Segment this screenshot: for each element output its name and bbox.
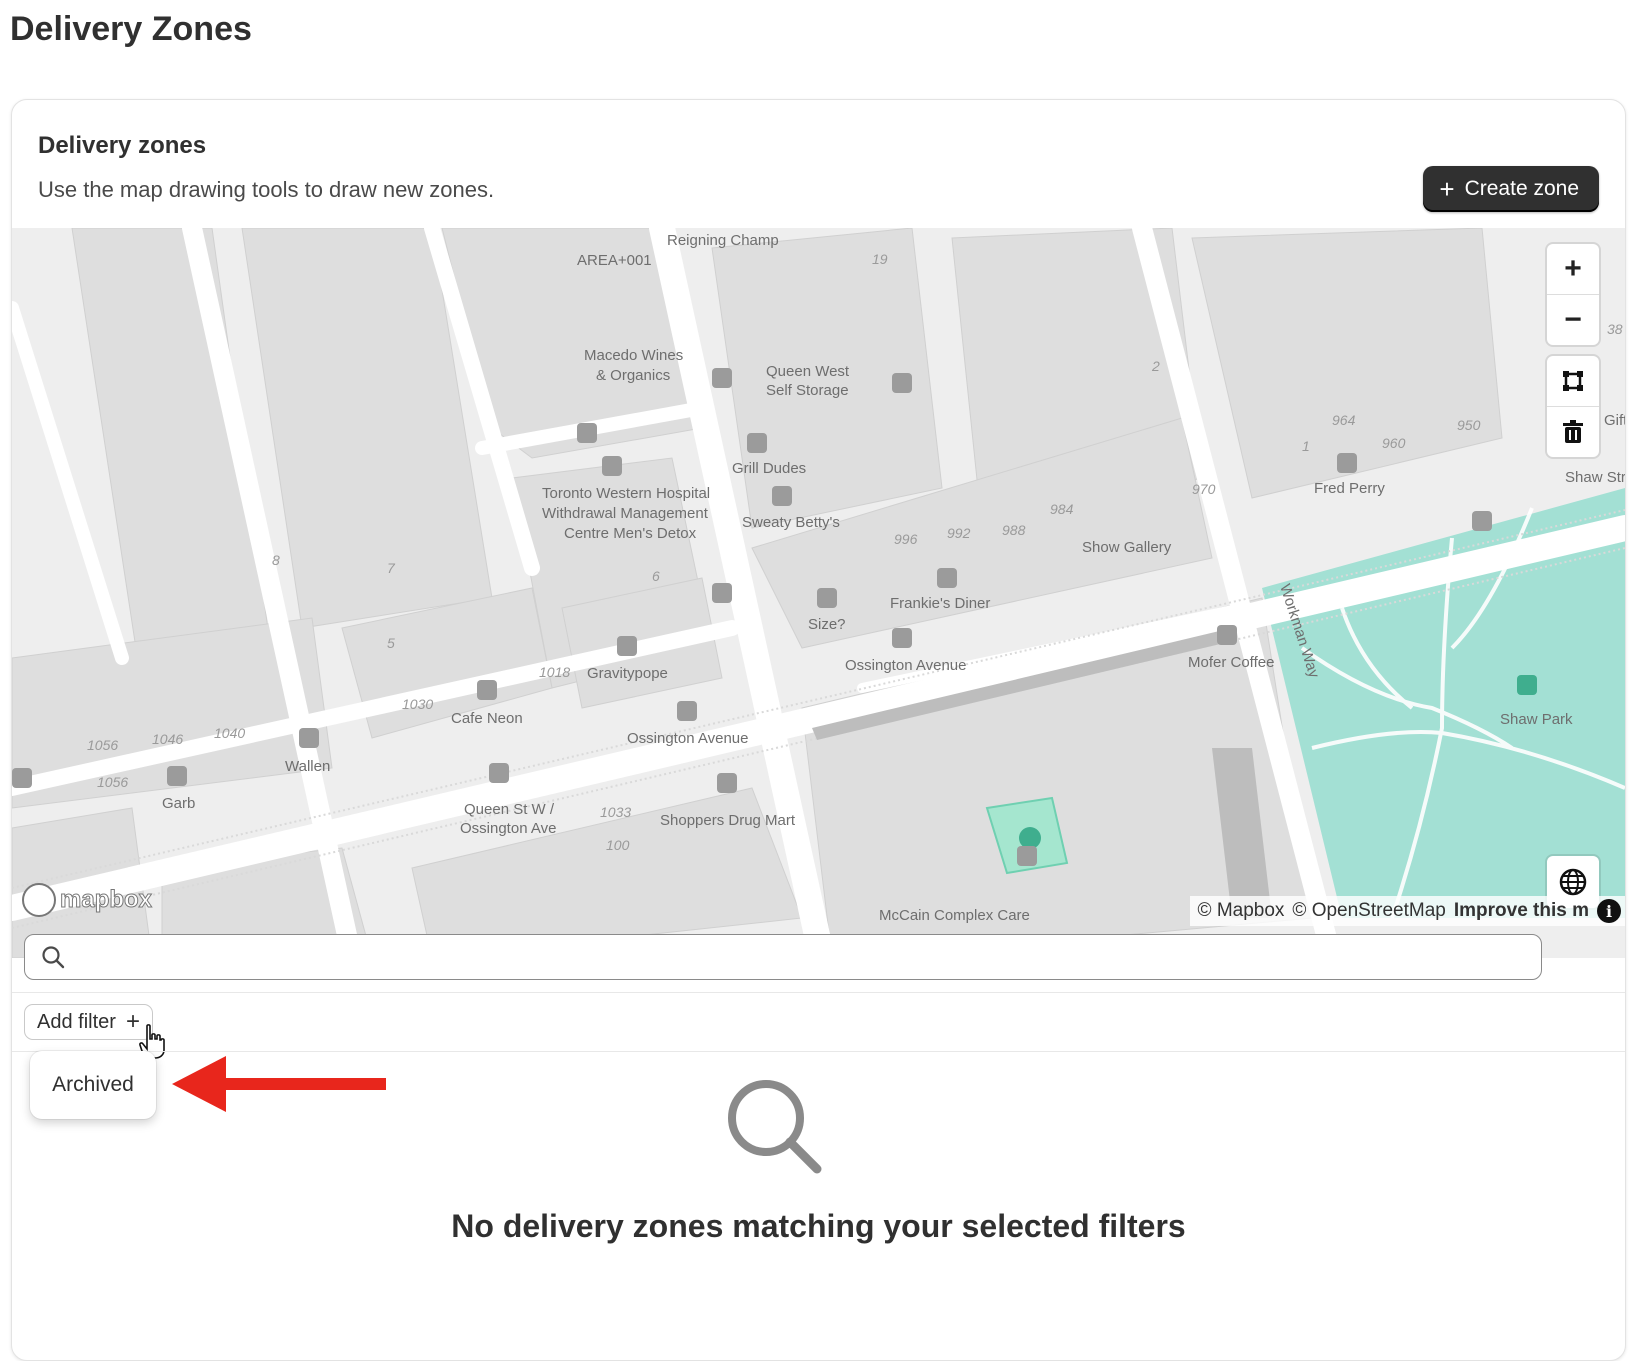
svg-text:Withdrawal Management: Withdrawal Management: [542, 505, 709, 522]
map-attribution: © Mapbox © OpenStreetMap Improve this m …: [1189, 896, 1625, 926]
svg-text:988: 988: [1002, 522, 1026, 538]
divider: [12, 1051, 1625, 1052]
mapbox-attribution-link[interactable]: © Mapbox: [1198, 900, 1285, 922]
svg-text:Shaw Stre: Shaw Stre: [1565, 469, 1625, 486]
svg-text:996: 996: [894, 531, 918, 547]
svg-text:Macedo Wines: Macedo Wines: [584, 347, 683, 364]
map-canvas[interactable]: Reigning Champ AREA+001 Macedo Wines & O…: [12, 228, 1625, 958]
svg-text:8: 8: [272, 552, 280, 568]
svg-text:Mofer Coffee: Mofer Coffee: [1188, 654, 1274, 671]
svg-text:1018: 1018: [539, 664, 570, 680]
polygon-icon: [1563, 371, 1583, 391]
svg-text:992: 992: [947, 525, 971, 541]
svg-text:Ossington Avenue: Ossington Avenue: [845, 657, 966, 674]
svg-text:Size?: Size?: [808, 616, 846, 633]
mapbox-logo-text: mapbox: [59, 886, 153, 914]
delete-button[interactable]: [1547, 407, 1599, 457]
svg-text:AREA+001: AREA+001: [577, 252, 652, 269]
svg-text:1040: 1040: [214, 725, 245, 741]
create-zone-button[interactable]: + Create zone: [1423, 166, 1599, 212]
card-title: Delivery zones: [38, 132, 207, 159]
svg-text:Queen West: Queen West: [766, 363, 850, 380]
svg-text:Frankie's Diner: Frankie's Diner: [890, 595, 990, 612]
svg-text:970: 970: [1192, 481, 1216, 497]
zoom-out-button[interactable]: −: [1547, 295, 1599, 345]
search-field[interactable]: [24, 934, 1542, 981]
filter-option-archived[interactable]: Archived: [52, 1073, 134, 1097]
svg-text:5: 5: [387, 635, 395, 651]
svg-text:Garb: Garb: [162, 795, 195, 812]
svg-text:Self Storage: Self Storage: [766, 382, 849, 399]
svg-text:964: 964: [1332, 412, 1356, 428]
trash-icon: [1563, 420, 1583, 443]
plus-icon: +: [1439, 174, 1455, 204]
svg-text:950: 950: [1457, 417, 1481, 433]
svg-text:7: 7: [387, 560, 396, 576]
svg-text:1056: 1056: [97, 774, 128, 790]
plus-icon: +: [125, 1008, 140, 1035]
minus-icon: −: [1564, 303, 1582, 336]
svg-text:Gravitypope: Gravitypope: [587, 665, 668, 682]
svg-text:984: 984: [1050, 501, 1074, 517]
add-filter-button[interactable]: Add filter +: [24, 1004, 153, 1040]
empty-state-message: No delivery zones matching your selected…: [451, 1208, 1186, 1244]
add-filter-label: Add filter: [37, 1010, 116, 1033]
svg-text:Shaw Park: Shaw Park: [1500, 711, 1573, 728]
draw-controls: [1547, 356, 1599, 457]
improve-map-link[interactable]: Improve this m: [1454, 900, 1589, 922]
svg-text:Gifts: Gifts: [1604, 412, 1625, 429]
search-input[interactable]: [77, 935, 1521, 981]
svg-text:6: 6: [652, 568, 660, 584]
page-title: Delivery Zones: [10, 10, 252, 48]
delivery-zones-card: Delivery zones Use the map drawing tools…: [11, 99, 1626, 1361]
svg-text:Fred Perry: Fred Perry: [1314, 480, 1385, 497]
svg-text:1030: 1030: [402, 696, 433, 712]
svg-text:2: 2: [1151, 358, 1160, 374]
svg-text:19: 19: [872, 251, 888, 267]
svg-text:Reigning Champ: Reigning Champ: [667, 232, 779, 249]
svg-text:Wallen: Wallen: [285, 758, 330, 775]
svg-text:Grill Dudes: Grill Dudes: [732, 460, 806, 477]
card-subtitle: Use the map drawing tools to draw new zo…: [38, 177, 495, 202]
svg-text:& Organics: & Organics: [596, 367, 670, 384]
svg-text:1033: 1033: [600, 804, 631, 820]
divider: [12, 992, 1625, 993]
svg-text:100: 100: [606, 837, 630, 853]
svg-text:Centre Men's Detox: Centre Men's Detox: [564, 525, 697, 542]
mapbox-logo-icon: [22, 883, 56, 917]
map[interactable]: Reigning Champ AREA+001 Macedo Wines & O…: [12, 228, 1625, 958]
search-icon: [42, 946, 65, 969]
svg-text:960: 960: [1382, 435, 1406, 451]
create-zone-label: Create zone: [1464, 177, 1579, 200]
svg-text:Ossington Avenue: Ossington Avenue: [627, 730, 748, 747]
zoom-in-button[interactable]: +: [1547, 244, 1599, 295]
svg-text:Toronto Western Hospital: Toronto Western Hospital: [542, 485, 710, 502]
mapbox-logo[interactable]: mapbox: [22, 883, 153, 917]
svg-text:Ossington Ave: Ossington Ave: [460, 820, 556, 837]
globe-icon: [1559, 868, 1587, 896]
svg-text:Shoppers Drug Mart: Shoppers Drug Mart: [660, 812, 796, 829]
svg-text:Show Gallery: Show Gallery: [1082, 539, 1172, 556]
osm-attribution-link[interactable]: © OpenStreetMap: [1292, 900, 1445, 922]
filter-popover: Archived: [30, 1051, 156, 1119]
svg-text:Queen St W /: Queen St W /: [464, 801, 555, 818]
red-arrow-annotation: [172, 1056, 386, 1112]
draw-polygon-button[interactable]: [1547, 356, 1599, 407]
info-icon[interactable]: i: [1597, 899, 1621, 923]
zoom-controls: + −: [1547, 244, 1599, 345]
svg-text:1056: 1056: [87, 737, 118, 753]
svg-text:1046: 1046: [152, 731, 183, 747]
svg-text:38: 38: [1607, 321, 1623, 337]
svg-text:Cafe Neon: Cafe Neon: [451, 710, 523, 727]
svg-text:Sweaty Betty's: Sweaty Betty's: [742, 514, 840, 531]
plus-icon: +: [1564, 252, 1582, 285]
search-empty-icon: [728, 1080, 822, 1174]
svg-text:1: 1: [1302, 438, 1310, 454]
svg-text:McCain Complex Care: McCain Complex Care: [879, 907, 1030, 924]
